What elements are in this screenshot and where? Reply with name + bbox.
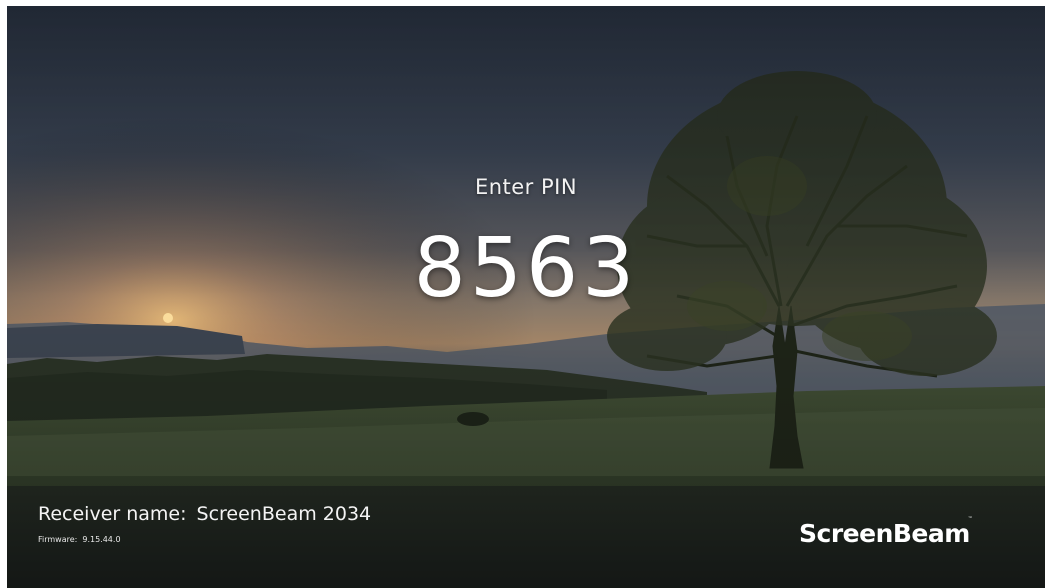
- receiver-screen: Enter PIN 8563 Receiver name: ScreenBeam …: [7, 6, 1045, 588]
- trademark-mark: ™: [967, 516, 973, 522]
- pin-prompt: Enter PIN: [474, 175, 578, 199]
- logo-text: ScreenBeam: [799, 519, 970, 548]
- pin-code: 8563: [413, 221, 639, 316]
- firmware-info: Firmware: 9.15.44.0: [38, 535, 121, 544]
- receiver-info: Receiver name: ScreenBeam 2034: [38, 503, 371, 525]
- firmware-version: 9.15.44.0: [82, 535, 121, 544]
- receiver-label: Receiver name:: [38, 503, 187, 525]
- receiver-name: ScreenBeam 2034: [196, 503, 372, 525]
- firmware-label: Firmware:: [38, 535, 78, 544]
- screenbeam-logo: ScreenBeam ™: [799, 516, 973, 548]
